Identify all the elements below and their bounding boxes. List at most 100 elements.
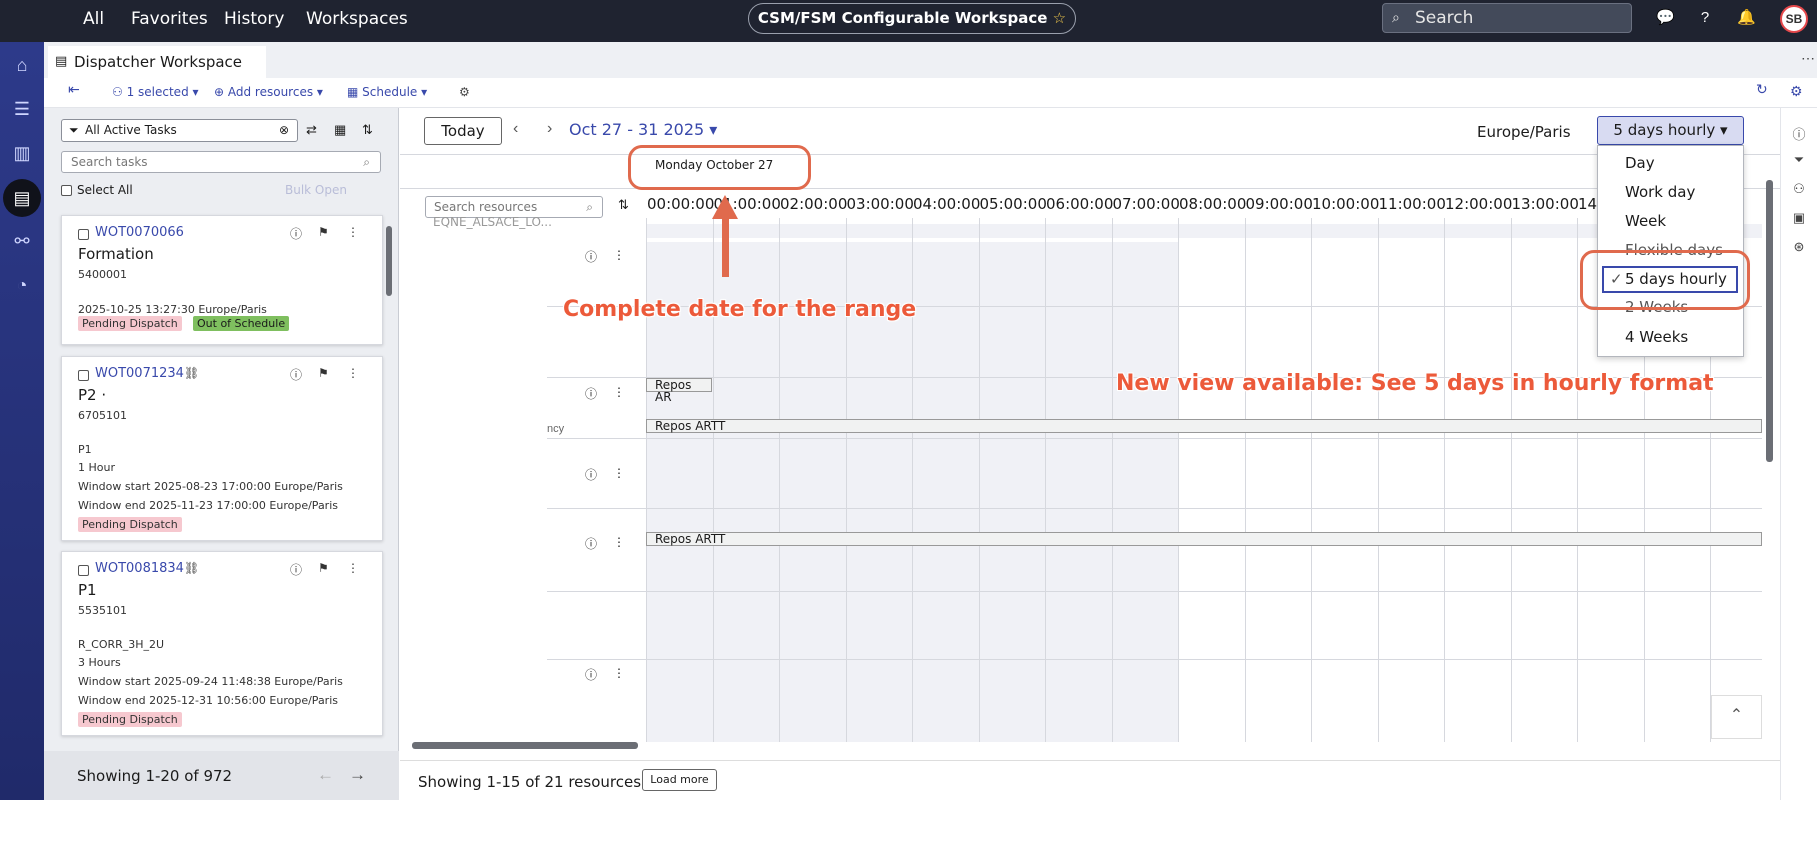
menu-item-work-day[interactable]: Work day [1625,183,1695,201]
calendar-icon[interactable]: ▦ [334,122,346,138]
info-icon[interactable]: ⓘ [290,225,302,242]
menu-item-week[interactable]: Week [1625,212,1666,230]
row-info-icon[interactable]: ⓘ [585,466,597,483]
avatar[interactable]: SB [1780,5,1808,33]
row-info-icon[interactable]: ⓘ [585,385,597,402]
flag-icon[interactable]: ⚑ [318,561,329,575]
task-number-link[interactable]: WOT0071234 [95,366,184,381]
help-icon[interactable]: ? [1696,9,1714,27]
resource-sort-icon[interactable]: ⇅ [618,197,629,213]
row-menu-icon[interactable]: ⋮ [613,248,625,262]
info-panel-icon[interactable]: ⓘ [1790,124,1808,142]
row-menu-icon[interactable]: ⋮ [613,666,625,680]
prev-page-arrow-icon[interactable]: ← [317,765,334,785]
load-more-button[interactable]: Load more [642,769,717,791]
task-card[interactable]: WOT0070066 ⓘ ⚑ ⋮ Formation 5400001 2025-… [61,215,383,345]
row-menu-icon[interactable]: ⋮ [613,385,625,399]
team-icon[interactable]: ⚇ [1790,181,1808,199]
flag-icon[interactable]: ⚑ [318,225,329,239]
task-card[interactable]: WOT0071234 ⛓ ⓘ ⚑ ⋮ P2 · 6705101 P1 1 Hou… [61,356,383,541]
task-filter-select[interactable]: ⏷ All Active Tasks ⊗ [61,119,298,142]
select-all-checkbox[interactable] [61,185,72,196]
collapse-panel-icon[interactable]: ⇤ [68,82,80,98]
task-id: 6705101 [78,409,127,422]
prev-range-icon[interactable]: ‹ [513,120,518,138]
status-badge: Out of Schedule [193,316,290,331]
row-menu-icon[interactable]: ⋮ [613,535,625,549]
schedule-dropdown[interactable]: ▦ Schedule ▾ [347,85,427,99]
next-range-icon[interactable]: › [547,120,552,138]
selected-dropdown[interactable]: ⚇ 1 selected ▾ [112,85,199,99]
hierarchy-icon: ⛓ [184,366,200,380]
home-icon[interactable]: ⌂ [9,52,35,78]
tab-dispatcher-workspace[interactable]: ▤ Dispatcher Workspace [48,46,266,78]
hierarchy-icon: ⛓ [184,561,200,575]
bell-icon[interactable]: 🔔 [1737,9,1756,27]
clear-filter-icon[interactable]: ⊗ [279,120,289,141]
kebab-menu-icon[interactable]: ⋮ [347,225,359,239]
list-icon[interactable]: ☰ [9,96,35,122]
task-search-icon: ⌕ [363,155,370,169]
task-checkbox[interactable] [78,565,89,576]
task-list-scrollbar[interactable] [386,226,392,296]
global-search-input[interactable]: ⌕ Search [1382,3,1632,33]
flag-icon[interactable]: ⚑ [318,366,329,380]
star-icon[interactable]: ☆ [1053,9,1066,27]
resource-pagination-text: Showing 1-15 of 21 resources [418,773,642,791]
workspace-tab-strip: ▤ Dispatcher Workspace ⋯ [44,42,1817,78]
row-info-icon[interactable]: ⓘ [585,248,597,265]
dashboard-icon[interactable]: ◔ [9,272,35,298]
people-settings-icon[interactable]: ⚙ [459,85,470,99]
handshake-icon[interactable]: ⚯ [9,228,35,254]
bulk-open-button[interactable]: Bulk Open [285,183,347,197]
schedule-bar[interactable]: Repos ARTT [646,419,1762,433]
window-end: Window end 2025-11-23 17:00:00 Europe/Pa… [78,499,338,512]
nav-favorites[interactable]: Favorites [131,9,208,29]
task-number-link[interactable]: WOT0070066 [95,225,184,240]
task-search-input[interactable]: Search tasks ⌕ [61,151,381,173]
kebab-menu-icon[interactable]: ⋮ [347,561,359,575]
menu-item-day[interactable]: Day [1625,154,1655,172]
row-info-icon[interactable]: ⓘ [585,666,597,683]
sort-icon[interactable]: ⇅ [362,122,373,138]
kebab-menu-icon[interactable]: ⋮ [347,366,359,380]
task-number-link[interactable]: WOT0081834 [95,561,184,576]
schedule-bar[interactable]: Repos AR [646,378,712,403]
route-icon[interactable]: ⊛ [1790,239,1808,257]
today-button[interactable]: Today [424,117,502,145]
document-icon[interactable]: ▣ [1790,210,1808,228]
nav-all[interactable]: All [83,9,104,29]
info-icon[interactable]: ⓘ [290,561,302,578]
row-info-icon[interactable]: ⓘ [585,535,597,552]
chat-icon[interactable]: 💬 [1656,9,1675,27]
nav-history[interactable]: History [224,9,284,29]
vertical-scrollbar[interactable] [1766,180,1773,462]
scroll-top-button[interactable]: ⌃ [1711,695,1762,739]
hour-label: 12:00:00 [1445,195,1513,213]
schedule-bar[interactable]: Repos ARTT [646,532,1762,546]
date-range-picker[interactable]: Oct 27 - 31 2025 ▾ [569,120,717,139]
add-resources-button[interactable]: ⊕ Add resources ▾ [214,85,323,99]
dispatcher-tab-icon: ▤ [55,54,68,69]
map-icon[interactable]: ▥ [9,140,35,166]
task-checkbox[interactable] [78,370,89,381]
menu-item-4-weeks[interactable]: 4 Weeks [1625,328,1688,346]
hour-grid-line [1377,218,1379,742]
more-icon[interactable]: ⋯ [1801,50,1815,67]
workspace-title-pill[interactable]: CSM/FSM Configurable Workspace ☆ [748,3,1076,34]
view-select-button[interactable]: 5 days hourly ▾ [1597,116,1744,145]
hour-label: 08:00:00 [1179,195,1247,213]
filter-panel-icon[interactable]: ⏷ [1790,152,1808,170]
hour-label: 10:00:00 [1312,195,1380,213]
dispatcher-icon[interactable]: ▤ [3,179,41,217]
nav-workspaces[interactable]: Workspaces [306,9,408,29]
horizontal-scrollbar[interactable] [412,742,638,749]
row-menu-icon[interactable]: ⋮ [613,466,625,480]
info-icon[interactable]: ⓘ [290,366,302,383]
refresh-icon[interactable]: ↻ [1756,82,1768,98]
task-checkbox[interactable] [78,229,89,240]
gear-icon[interactable]: ⚙ [1790,83,1803,100]
sort-settings-icon[interactable]: ⇄ [306,122,317,138]
task-card[interactable]: WOT0081834 ⛓ ⓘ ⚑ ⋮ P1 5535101 R_CORR_3H_… [61,551,383,736]
next-page-arrow-icon[interactable]: → [349,765,366,785]
